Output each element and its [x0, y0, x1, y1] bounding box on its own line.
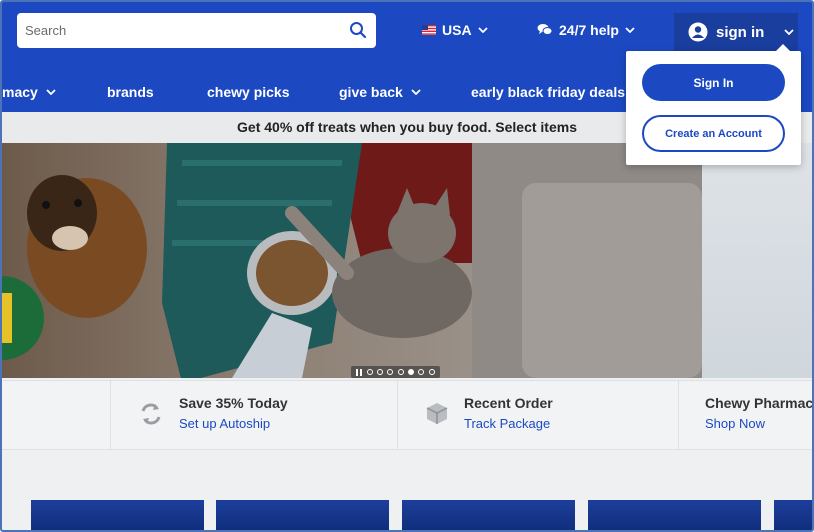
create-account-button[interactable]: Create an Account — [642, 115, 785, 152]
autoship-link[interactable]: Set up Autoship — [179, 416, 270, 431]
promo-card[interactable] — [216, 500, 389, 530]
sign-in-button[interactable]: Sign In — [642, 64, 785, 101]
search-box[interactable] — [17, 13, 376, 48]
country-label: USA — [442, 22, 472, 38]
chat-bubbles-icon — [537, 24, 553, 35]
pause-icon[interactable] — [356, 368, 363, 376]
promo-card[interactable] — [588, 500, 761, 530]
nav-item-label: early black friday deals — [471, 84, 626, 100]
autoship-promo[interactable]: Save 35% Today Set up Autoship — [132, 381, 392, 449]
search-icon[interactable] — [349, 21, 367, 39]
chewy-pharmacy[interactable]: Chewy Pharmac Shop Now — [702, 381, 812, 449]
user-account-icon — [688, 22, 708, 42]
carousel-dot[interactable] — [397, 369, 404, 375]
country-selector[interactable]: USA — [422, 22, 488, 38]
chevron-down-icon — [625, 27, 635, 33]
divider — [110, 381, 111, 449]
chevron-down-icon — [411, 89, 421, 95]
hero-photo — [2, 143, 702, 378]
carousel-dot[interactable] — [387, 369, 394, 375]
info-title: Save 35% Today — [179, 395, 288, 411]
promo-card[interactable] — [402, 500, 575, 530]
divider — [397, 381, 398, 449]
help-label: 24/7 help — [559, 22, 619, 38]
search-input[interactable] — [17, 14, 337, 47]
carousel-dot[interactable] — [428, 369, 435, 375]
track-package-link[interactable]: Track Package — [464, 416, 550, 431]
info-strip: Save 35% Today Set up Autoship Recent Or… — [2, 380, 812, 450]
browser-page: USA 24/7 help sign in macy — [0, 0, 814, 532]
info-title: Recent Order — [464, 395, 553, 411]
hero-side-panel — [702, 143, 812, 378]
carousel-dot[interactable] — [418, 369, 425, 375]
nav-item-give-back[interactable]: give back — [339, 84, 421, 100]
us-flag-icon — [422, 25, 436, 35]
package-icon — [426, 403, 448, 424]
nav-item-brands[interactable]: brands — [107, 84, 154, 100]
help-menu[interactable]: 24/7 help — [537, 22, 635, 38]
recent-order[interactable]: Recent Order Track Package — [420, 381, 670, 449]
promo-text: Get 40% off treats when you buy food. Se… — [237, 119, 577, 135]
sign-in-label: sign in — [716, 23, 765, 41]
nav-item-label: macy — [2, 84, 38, 100]
hero-banner-image[interactable] — [2, 143, 702, 378]
info-title: Chewy Pharmac — [705, 395, 812, 411]
chevron-down-icon — [46, 89, 56, 95]
shop-now-link[interactable]: Shop Now — [705, 416, 765, 431]
chevron-down-icon — [784, 29, 794, 35]
nav-item-label: give back — [339, 84, 403, 100]
carousel-dot[interactable] — [376, 369, 383, 375]
nav-item-label: chewy picks — [207, 84, 290, 100]
promo-card[interactable] — [774, 500, 812, 530]
autoship-icon — [141, 403, 161, 425]
chevron-down-icon — [477, 27, 488, 33]
divider — [678, 381, 679, 449]
nav-item-early-black-friday[interactable]: early black friday deals — [471, 84, 625, 100]
nav-item-label: brands — [107, 84, 154, 100]
account-dropdown: Sign In Create an Account — [626, 44, 801, 165]
promo-card[interactable] — [31, 500, 204, 530]
carousel-dot[interactable] — [366, 369, 373, 375]
carousel-controls[interactable] — [351, 366, 440, 378]
carousel-dot-active[interactable] — [408, 369, 415, 375]
nav-item-pharmacy[interactable]: macy — [2, 84, 56, 100]
nav-item-chewy-picks[interactable]: chewy picks — [207, 84, 290, 100]
